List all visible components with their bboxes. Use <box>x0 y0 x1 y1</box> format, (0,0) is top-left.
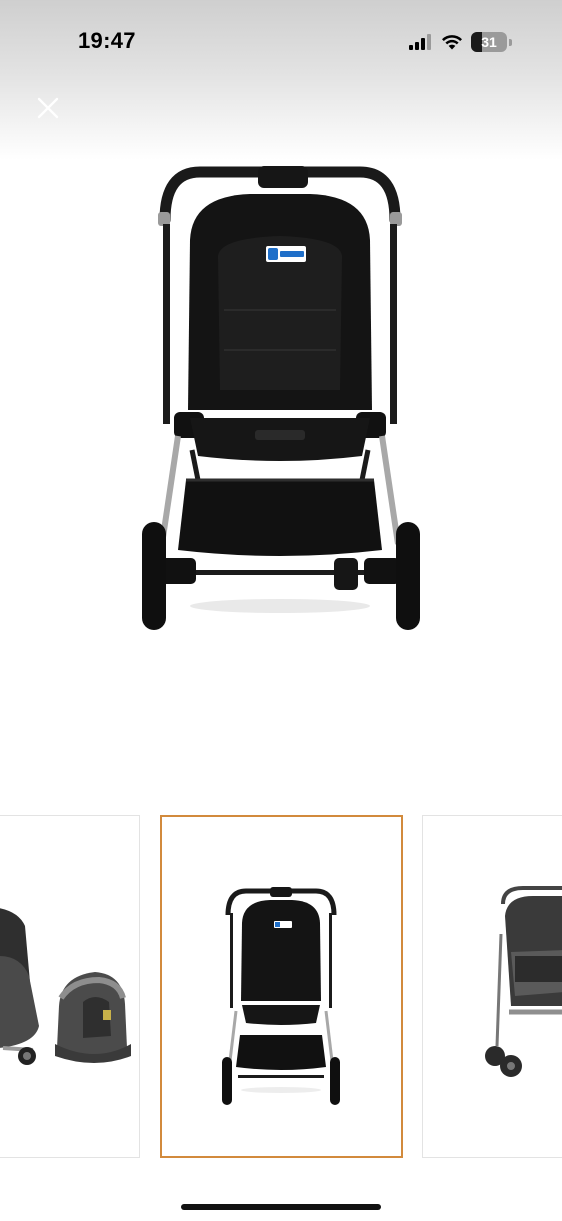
thumbnail-1[interactable] <box>0 815 140 1158</box>
battery-level: 31 <box>481 34 497 50</box>
main-product-image[interactable] <box>120 160 440 640</box>
wifi-icon <box>442 35 462 50</box>
thumbnail-strip <box>0 815 562 1159</box>
battery-icon: 31 <box>471 32 512 52</box>
status-time: 19:47 <box>78 28 136 53</box>
close-button[interactable] <box>30 90 66 126</box>
battery-cap <box>509 38 512 46</box>
thumbnail-3[interactable] <box>422 815 562 1158</box>
thumbnail-1-image <box>0 908 131 1065</box>
cellular-signal-icon <box>409 34 431 50</box>
thumbnail-3-image <box>485 886 562 1077</box>
thumbnail-2-image <box>222 887 340 1105</box>
home-indicator <box>181 1204 381 1210</box>
status-bar: 19:47 31 <box>0 0 562 80</box>
status-icons: 31 <box>409 30 512 54</box>
battery-body: 31 <box>471 32 507 52</box>
close-icon <box>37 97 59 119</box>
thumbnail-2[interactable] <box>160 815 403 1158</box>
